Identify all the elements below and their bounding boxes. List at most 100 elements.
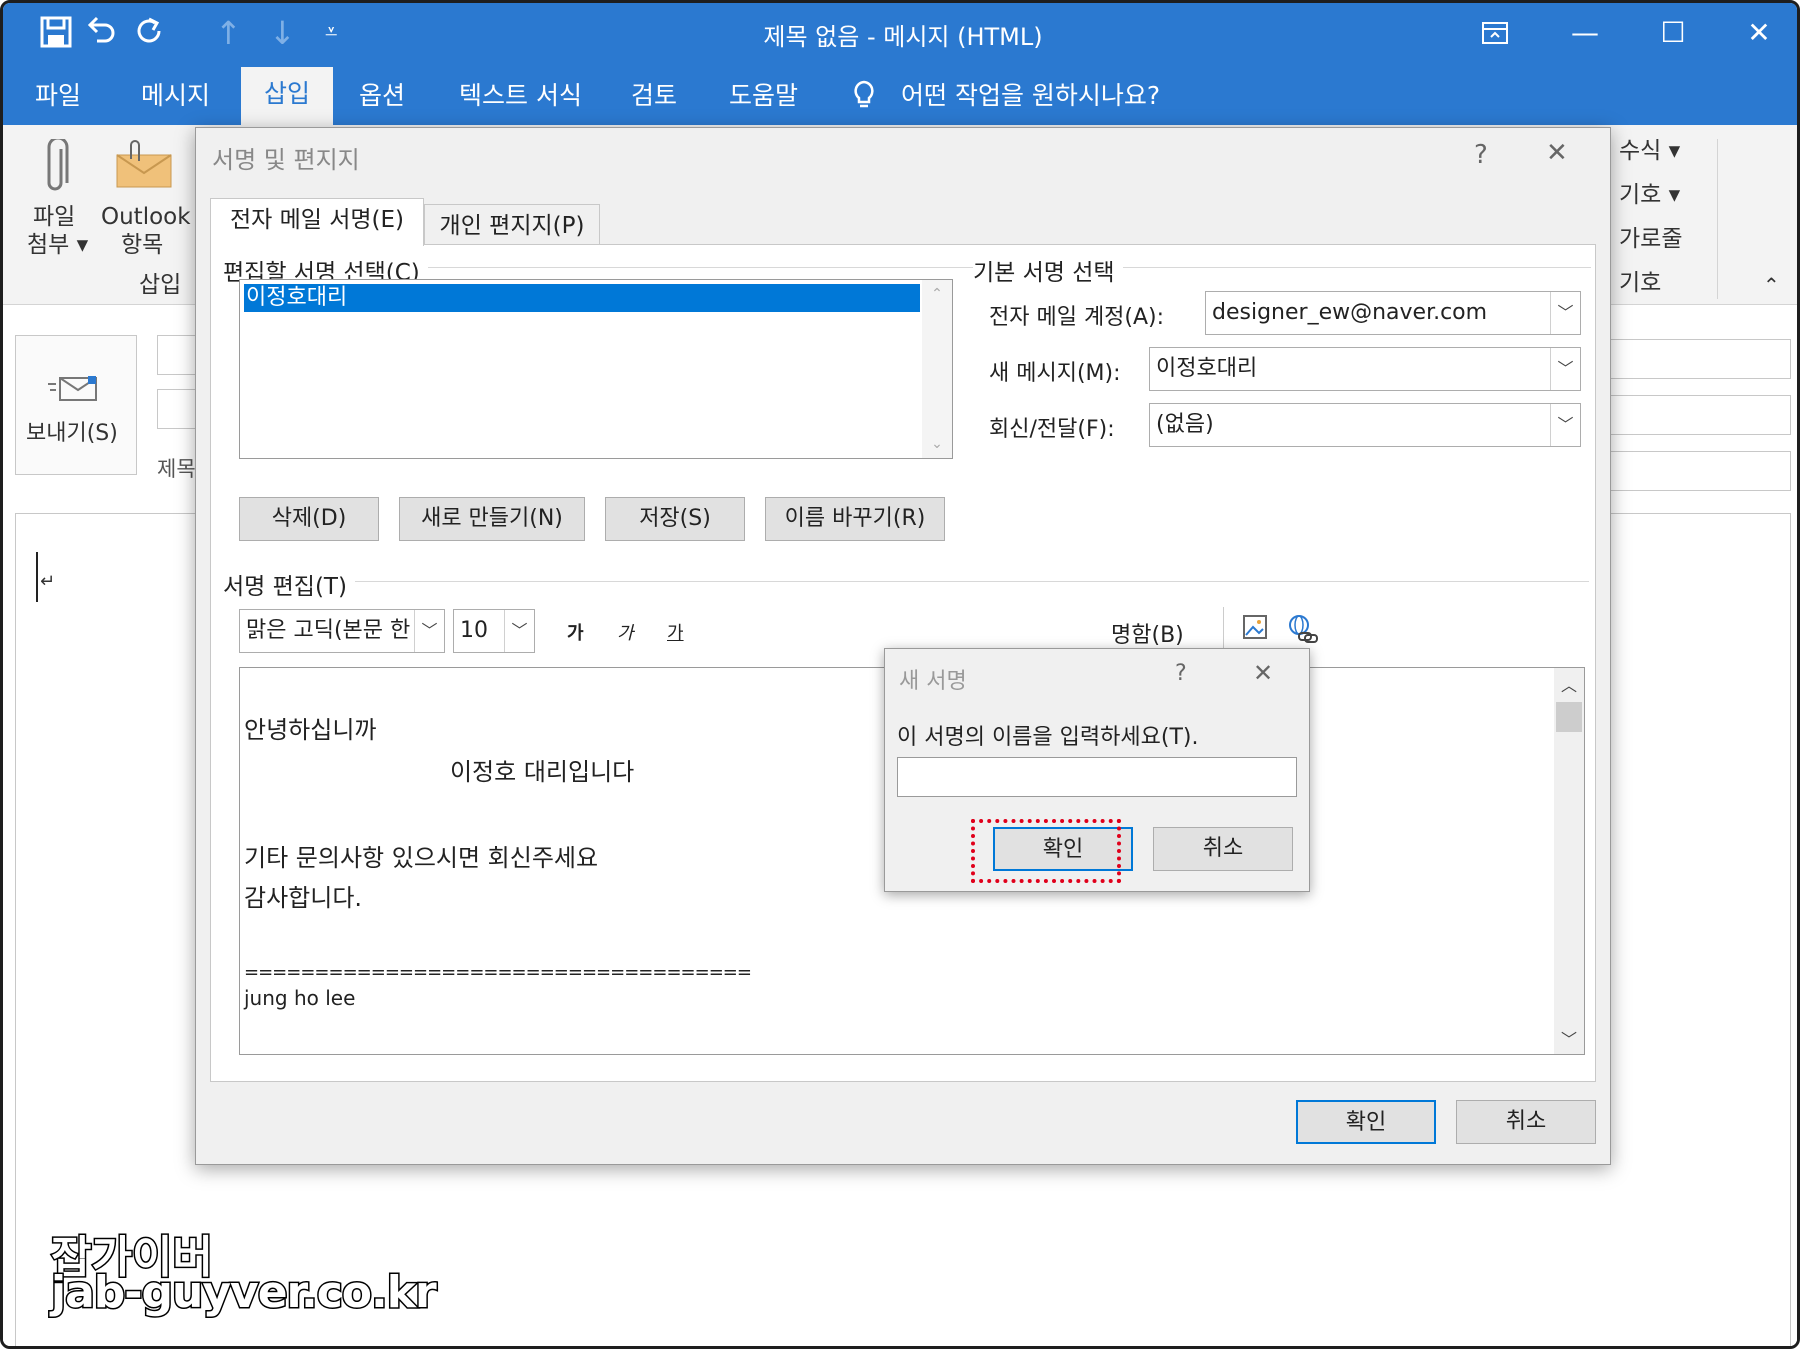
- edit-signature-label: 서명 편집(T): [223, 567, 355, 601]
- business-card-label: 명함(B): [1111, 623, 1184, 648]
- equation-button[interactable]: 수식 ▾: [1619, 137, 1680, 165]
- editor-line: jung ho lee: [244, 986, 356, 1010]
- list-scrollbar[interactable]: ⌃ ⌄: [922, 280, 952, 458]
- outlook-item-icon: [115, 139, 173, 193]
- font-size-select[interactable]: 10 ﹀: [453, 609, 535, 653]
- chevron-down-icon: ﹀: [1550, 348, 1580, 390]
- hyperlink-icon[interactable]: [1285, 613, 1319, 649]
- new-signature-dialog: 새 서명 ? ✕ 이 서명의 이름을 입력하세요(T). 확인 취소: [884, 648, 1310, 892]
- save-button[interactable]: 저장(S): [605, 497, 745, 541]
- title-bar: ↑ ↓ ⩡ 제목 없음 - 메시지 (HTML) — ☐ ✕: [3, 3, 1797, 65]
- text-cursor: [36, 552, 38, 602]
- paragraph-mark: ↵: [40, 571, 56, 592]
- new-signature-title: 새 서명: [899, 669, 967, 694]
- tab-review[interactable]: 검토: [631, 79, 677, 113]
- maximize-icon[interactable]: ☐: [1643, 11, 1703, 55]
- scroll-down-icon[interactable]: ﹀: [1554, 1026, 1584, 1050]
- new-message-select[interactable]: 이정호대리 ﹀: [1149, 347, 1581, 391]
- scroll-up-icon[interactable]: ︿: [1554, 672, 1584, 696]
- email-account-value: designer_ew@naver.com: [1212, 300, 1488, 325]
- editor-line: 이정호 대리입니다: [244, 758, 635, 786]
- new-message-value: 이정호대리: [1156, 356, 1258, 381]
- italic-button[interactable]: 가: [617, 619, 634, 645]
- business-card-button[interactable]: 명함(B): [1111, 617, 1184, 649]
- subject-field[interactable]: [1603, 451, 1791, 491]
- chevron-down-icon: ﹀: [1550, 292, 1580, 334]
- new-signature-button[interactable]: 새로 만들기(N): [399, 497, 585, 541]
- tab-help[interactable]: 도움말: [729, 79, 798, 113]
- tab-personal-stationery[interactable]: 개인 편지지(P): [424, 204, 600, 248]
- outlook-item-label-1[interactable]: Outlook: [101, 203, 191, 231]
- symbol-button[interactable]: 기호 ▾: [1619, 181, 1680, 209]
- to-field[interactable]: [1603, 339, 1791, 379]
- reply-forward-select[interactable]: (없음) ﹀: [1149, 403, 1581, 447]
- group-symbols-label: 기호: [1619, 270, 1662, 296]
- editor-line: 감사합니다.: [244, 884, 363, 912]
- tab-file[interactable]: 파일: [35, 79, 81, 113]
- scroll-down-icon[interactable]: ⌄: [922, 436, 952, 452]
- lightbulb-icon: [851, 79, 877, 120]
- default-signature-label: 기본 서명 선택: [973, 253, 1123, 287]
- dialog-cancel-button[interactable]: 취소: [1456, 1100, 1596, 1144]
- toolbar-separator: [1223, 607, 1224, 651]
- editor-line: 안녕하십니까: [244, 716, 377, 744]
- signature-list[interactable]: 이정호대리 ⌃ ⌄: [239, 279, 953, 459]
- signature-name-input[interactable]: [897, 757, 1297, 797]
- reply-forward-label: 회신/전달(F):: [989, 417, 1115, 442]
- tab-options[interactable]: 옵션: [359, 79, 405, 113]
- watermark-url: jab-guyver.co.kr: [50, 1266, 439, 1320]
- collapse-ribbon-icon[interactable]: ⌃: [1763, 271, 1780, 299]
- underline-button[interactable]: 가: [667, 619, 684, 645]
- help-icon[interactable]: ?: [1175, 661, 1187, 686]
- reply-forward-value: (없음): [1156, 412, 1214, 437]
- bold-button[interactable]: 가: [567, 619, 584, 645]
- signature-item[interactable]: 이정호대리: [244, 284, 920, 312]
- minimize-icon[interactable]: —: [1555, 11, 1615, 55]
- signatures-dialog: 서명 및 편지지 ? ✕ 전자 메일 서명(E) 개인 편지지(P) 편집할 서…: [195, 127, 1611, 1165]
- close-icon[interactable]: ✕: [1546, 138, 1568, 168]
- editor-line: 기타 문의사항 있으시면 회신주세요: [244, 844, 599, 872]
- name-prompt: 이 서명의 이름을 입력하세요(T).: [897, 725, 1199, 750]
- rename-button[interactable]: 이름 바꾸기(R): [765, 497, 945, 541]
- ribbon-separator: [1717, 139, 1718, 299]
- scroll-thumb[interactable]: [1556, 702, 1582, 732]
- font-select[interactable]: 맑은 고딕(본문 한 ﹀: [239, 609, 445, 653]
- chevron-down-icon: ﹀: [1550, 404, 1580, 446]
- new-signature-cancel-button[interactable]: 취소: [1153, 827, 1293, 871]
- tab-text-format[interactable]: 텍스트 서식: [459, 79, 582, 113]
- attach-file-label-1[interactable]: 파일: [33, 203, 75, 231]
- group-line: [223, 581, 1589, 582]
- close-icon[interactable]: ✕: [1729, 11, 1789, 55]
- attach-file-label-2[interactable]: 첨부 ▾: [27, 231, 88, 259]
- outlook-item-label-2[interactable]: 항목: [121, 231, 163, 259]
- window-title: 제목 없음 - 메시지 (HTML): [763, 23, 1043, 51]
- insert-picture-icon[interactable]: [1241, 613, 1273, 649]
- send-button[interactable]: 보내기(S): [15, 335, 137, 475]
- tell-me-search[interactable]: 어떤 작업을 원하시나요?: [901, 79, 1160, 113]
- help-icon[interactable]: ?: [1474, 140, 1488, 170]
- send-icon: [46, 372, 100, 410]
- send-label: 보내기(S): [26, 421, 118, 446]
- cc-field[interactable]: [1603, 395, 1791, 435]
- outlook-window: ↑ ↓ ⩡ 제목 없음 - 메시지 (HTML) — ☐ ✕ 파일 메시지 옵션…: [0, 0, 1800, 1349]
- email-account-select[interactable]: designer_ew@naver.com ﹀: [1205, 291, 1581, 335]
- new-message-label: 새 메시지(M):: [989, 361, 1121, 386]
- tab-message[interactable]: 메시지: [141, 79, 210, 113]
- delete-button[interactable]: 삭제(D): [239, 497, 379, 541]
- subject-label: 제목: [157, 457, 196, 481]
- horizontal-line-button[interactable]: 가로줄: [1619, 225, 1682, 253]
- tab-insert[interactable]: 삽입: [241, 67, 333, 125]
- tab-email-signature[interactable]: 전자 메일 서명(E): [210, 198, 424, 246]
- email-account-label: 전자 메일 계정(A):: [989, 305, 1165, 330]
- paperclip-icon: [41, 136, 71, 201]
- close-icon[interactable]: ✕: [1253, 659, 1273, 687]
- dialog-ok-button[interactable]: 확인: [1296, 1100, 1436, 1144]
- chevron-down-icon: ﹀: [504, 610, 534, 652]
- highlight-box: [971, 819, 1121, 883]
- ribbon-display-icon[interactable]: [1465, 11, 1525, 55]
- group-insert-label: 삽입: [139, 272, 182, 298]
- scroll-up-icon[interactable]: ⌃: [922, 286, 952, 302]
- editor-scrollbar[interactable]: ︿ ﹀: [1554, 668, 1584, 1054]
- dialog-title: 서명 및 편지지: [212, 146, 360, 174]
- chevron-down-icon: ﹀: [414, 610, 444, 652]
